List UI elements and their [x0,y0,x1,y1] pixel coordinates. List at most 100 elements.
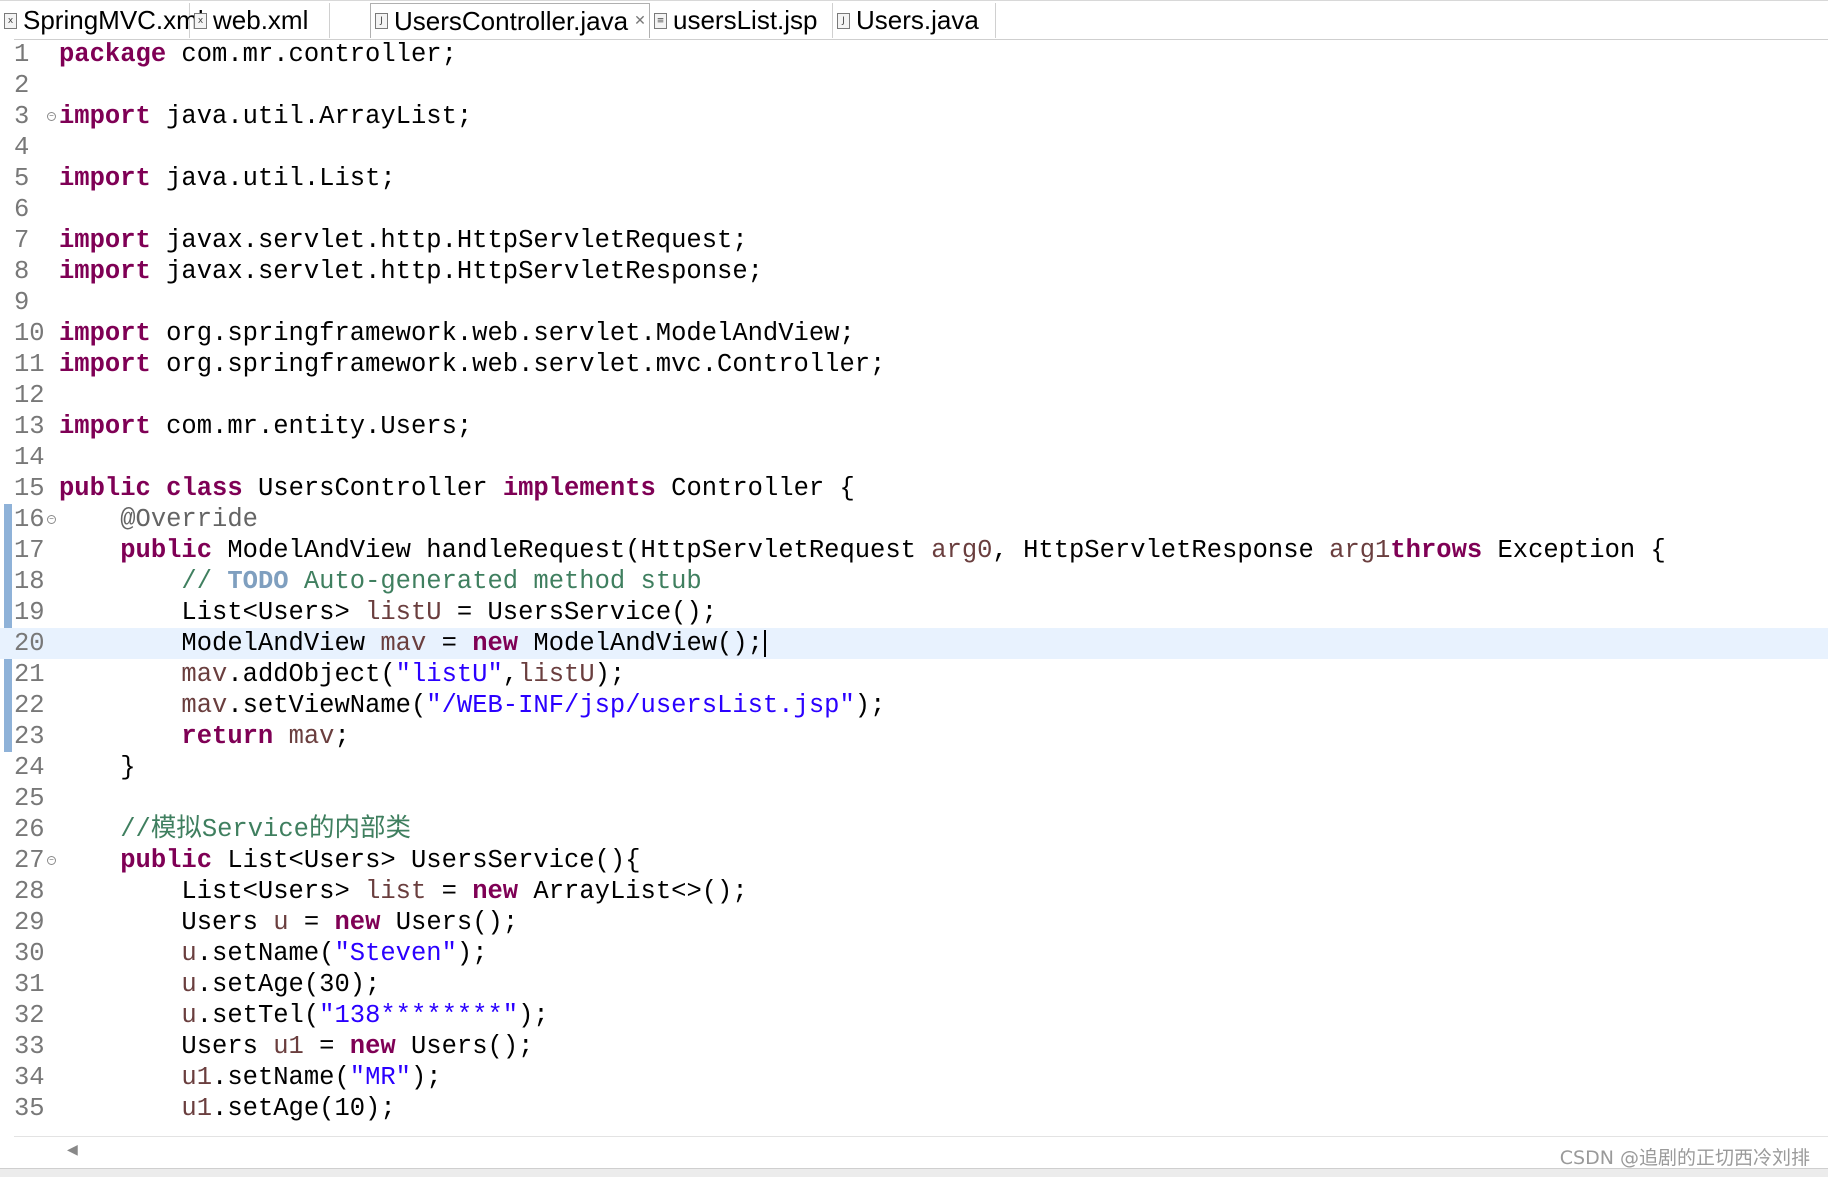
code-text[interactable]: //模拟Service的内部类 [59,814,411,845]
code-text[interactable]: public List<Users> UsersService(){ [59,845,640,876]
code-line[interactable]: 26 //模拟Service的内部类 [0,814,1828,845]
tab-label: SpringMVC.xml [23,5,204,35]
line-number: 32 [14,1001,45,1030]
code-text[interactable]: import org.springframework.web.servlet.m… [59,349,885,380]
line-number: 1 [14,40,30,69]
code-text[interactable]: package com.mr.controller; [59,39,457,70]
code-text[interactable]: import org.springframework.web.servlet.M… [59,318,855,349]
line-number: 14 [14,443,45,472]
code-line[interactable]: 27− public List<Users> UsersService(){ [0,845,1828,876]
line-number: 18 [14,567,45,596]
code-text[interactable]: import com.mr.entity.Users; [59,411,472,442]
code-line[interactable]: 19 List<Users> listU = UsersService(); [0,597,1828,628]
line-number: 16 [14,505,45,534]
code-text[interactable]: mav.setViewName("/WEB-INF/jsp/usersList.… [59,690,885,721]
tab-springmvc-xml[interactable]: x SpringMVC.xml [0,3,204,38]
line-number: 23 [14,722,45,751]
code-line[interactable]: 34 u1.setName("MR"); [0,1062,1828,1093]
line-number: 35 [14,1094,45,1123]
code-line[interactable]: 1 package com.mr.controller; [0,39,1828,70]
line-number: 2 [14,71,30,100]
code-text[interactable]: // TODO Auto-generated method stub [59,566,701,597]
code-line[interactable]: 24 } [0,752,1828,783]
line-number: 15 [14,474,45,503]
line-number: 21 [14,660,45,689]
horizontal-scrollbar[interactable]: ◀ [14,1136,1828,1167]
line-number: 29 [14,908,45,937]
code-line[interactable]: 22 mav.setViewName("/WEB-INF/jsp/usersLi… [0,690,1828,721]
tab-web-xml[interactable]: x web.xml [190,3,330,38]
code-line[interactable]: 9 [0,287,1828,318]
code-line[interactable]: 7 import javax.servlet.http.HttpServletRe… [0,225,1828,256]
code-text[interactable]: } [59,752,135,783]
code-text[interactable]: u1.setName("MR"); [59,1062,441,1093]
code-text[interactable]: @Override [59,504,258,535]
code-text[interactable]: import java.util.ArrayList; [59,101,472,132]
code-text[interactable]: public ModelAndView handleRequest(HttpSe… [59,535,1666,566]
code-text[interactable]: Users u = new Users(); [59,907,518,938]
xml-file-icon: x [194,12,207,29]
code-line[interactable]: 13 import com.mr.entity.Users; [0,411,1828,442]
line-number: 34 [14,1063,45,1092]
code-text[interactable]: List<Users> listU = UsersService(); [59,597,717,628]
line-number: 22 [14,691,45,720]
code-line[interactable]: 10 import org.springframework.web.servlet… [0,318,1828,349]
code-text[interactable]: public class UsersController implements … [59,473,855,504]
code-text[interactable]: u.setAge(30); [59,969,380,1000]
code-line[interactable]: 29 Users u = new Users(); [0,907,1828,938]
fold-toggle-icon[interactable]: − [47,112,56,121]
code-line[interactable]: 21 mav.addObject("listU",listU); [0,659,1828,690]
code-editor[interactable]: 1 package com.mr.controller; 2 3− import jav… [0,39,1828,1134]
code-line[interactable]: 35 u1.setAge(10); [0,1093,1828,1124]
code-text[interactable]: import java.util.List; [59,163,396,194]
code-text[interactable]: import javax.servlet.http.HttpServletRes… [59,256,763,287]
code-text[interactable]: Users u1 = new Users(); [59,1031,533,1062]
text-caret [763,629,766,657]
close-icon[interactable]: ✕ [634,13,646,29]
code-text[interactable]: u.setName("Steven"); [59,938,487,969]
code-line[interactable]: 5 import java.util.List; [0,163,1828,194]
code-text[interactable]: ModelAndView mav = new ModelAndView(); [59,628,766,659]
code-line[interactable]: 20 ModelAndView mav = new ModelAndView()… [0,628,1828,659]
line-number: 17 [14,536,45,565]
tab-label: Users.java [856,5,979,35]
code-text[interactable]: u.setTel("138********"); [59,1000,548,1031]
line-number: 27 [14,846,45,875]
code-text[interactable]: import javax.servlet.http.HttpServletReq… [59,225,748,256]
code-line[interactable]: 33 Users u1 = new Users(); [0,1031,1828,1062]
code-line[interactable]: 3 − import java.util.ArrayList; [0,101,1828,132]
code-text[interactable]: mav.addObject("listU",listU); [59,659,625,690]
code-line[interactable]: 2 [0,70,1828,101]
code-line[interactable]: 17 public ModelAndView handleRequest(Htt… [0,535,1828,566]
xml-file-icon: x [4,12,17,29]
tab-userscontroller-java[interactable]: J UsersController.java ✕ [370,3,650,38]
fold-toggle-icon[interactable]: − [47,515,56,524]
code-line[interactable]: 6 [0,194,1828,225]
code-line[interactable]: 8 import javax.servlet.http.HttpServletRe… [0,256,1828,287]
code-text[interactable]: return mav; [59,721,349,752]
code-line[interactable]: 14 [0,442,1828,473]
tab-userslist-jsp[interactable]: ≡ usersList.jsp [650,3,833,38]
code-text[interactable]: u1.setAge(10); [59,1093,395,1124]
line-number: 9 [14,288,30,317]
tab-users-java[interactable]: J Users.java [833,3,996,38]
code-line[interactable]: 12 [0,380,1828,411]
code-line[interactable]: 32 u.setTel("138********"); [0,1000,1828,1031]
code-line[interactable]: 11 import org.springframework.web.servlet… [0,349,1828,380]
code-text[interactable]: List<Users> list = new ArrayList<>(); [59,876,747,907]
code-line[interactable]: 31 u.setAge(30); [0,969,1828,1000]
line-number: 30 [14,939,45,968]
code-line[interactable]: 23 return mav; [0,721,1828,752]
code-line[interactable]: 18 // TODO Auto-generated method stub [0,566,1828,597]
code-line[interactable]: 30 u.setName("Steven"); [0,938,1828,969]
line-number: 8 [14,257,30,286]
fold-toggle-icon[interactable]: − [47,856,56,865]
line-number: 6 [14,195,30,224]
code-line[interactable]: 4 [0,132,1828,163]
scroll-left-icon[interactable]: ◀ [67,1142,78,1158]
code-line[interactable]: 28 List<Users> list = new ArrayList<>(); [0,876,1828,907]
code-line[interactable]: 15 public class UsersController implement… [0,473,1828,504]
code-line[interactable]: 16− @Override [0,504,1828,535]
java-file-icon: J [375,13,388,29]
code-line[interactable]: 25 [0,783,1828,814]
